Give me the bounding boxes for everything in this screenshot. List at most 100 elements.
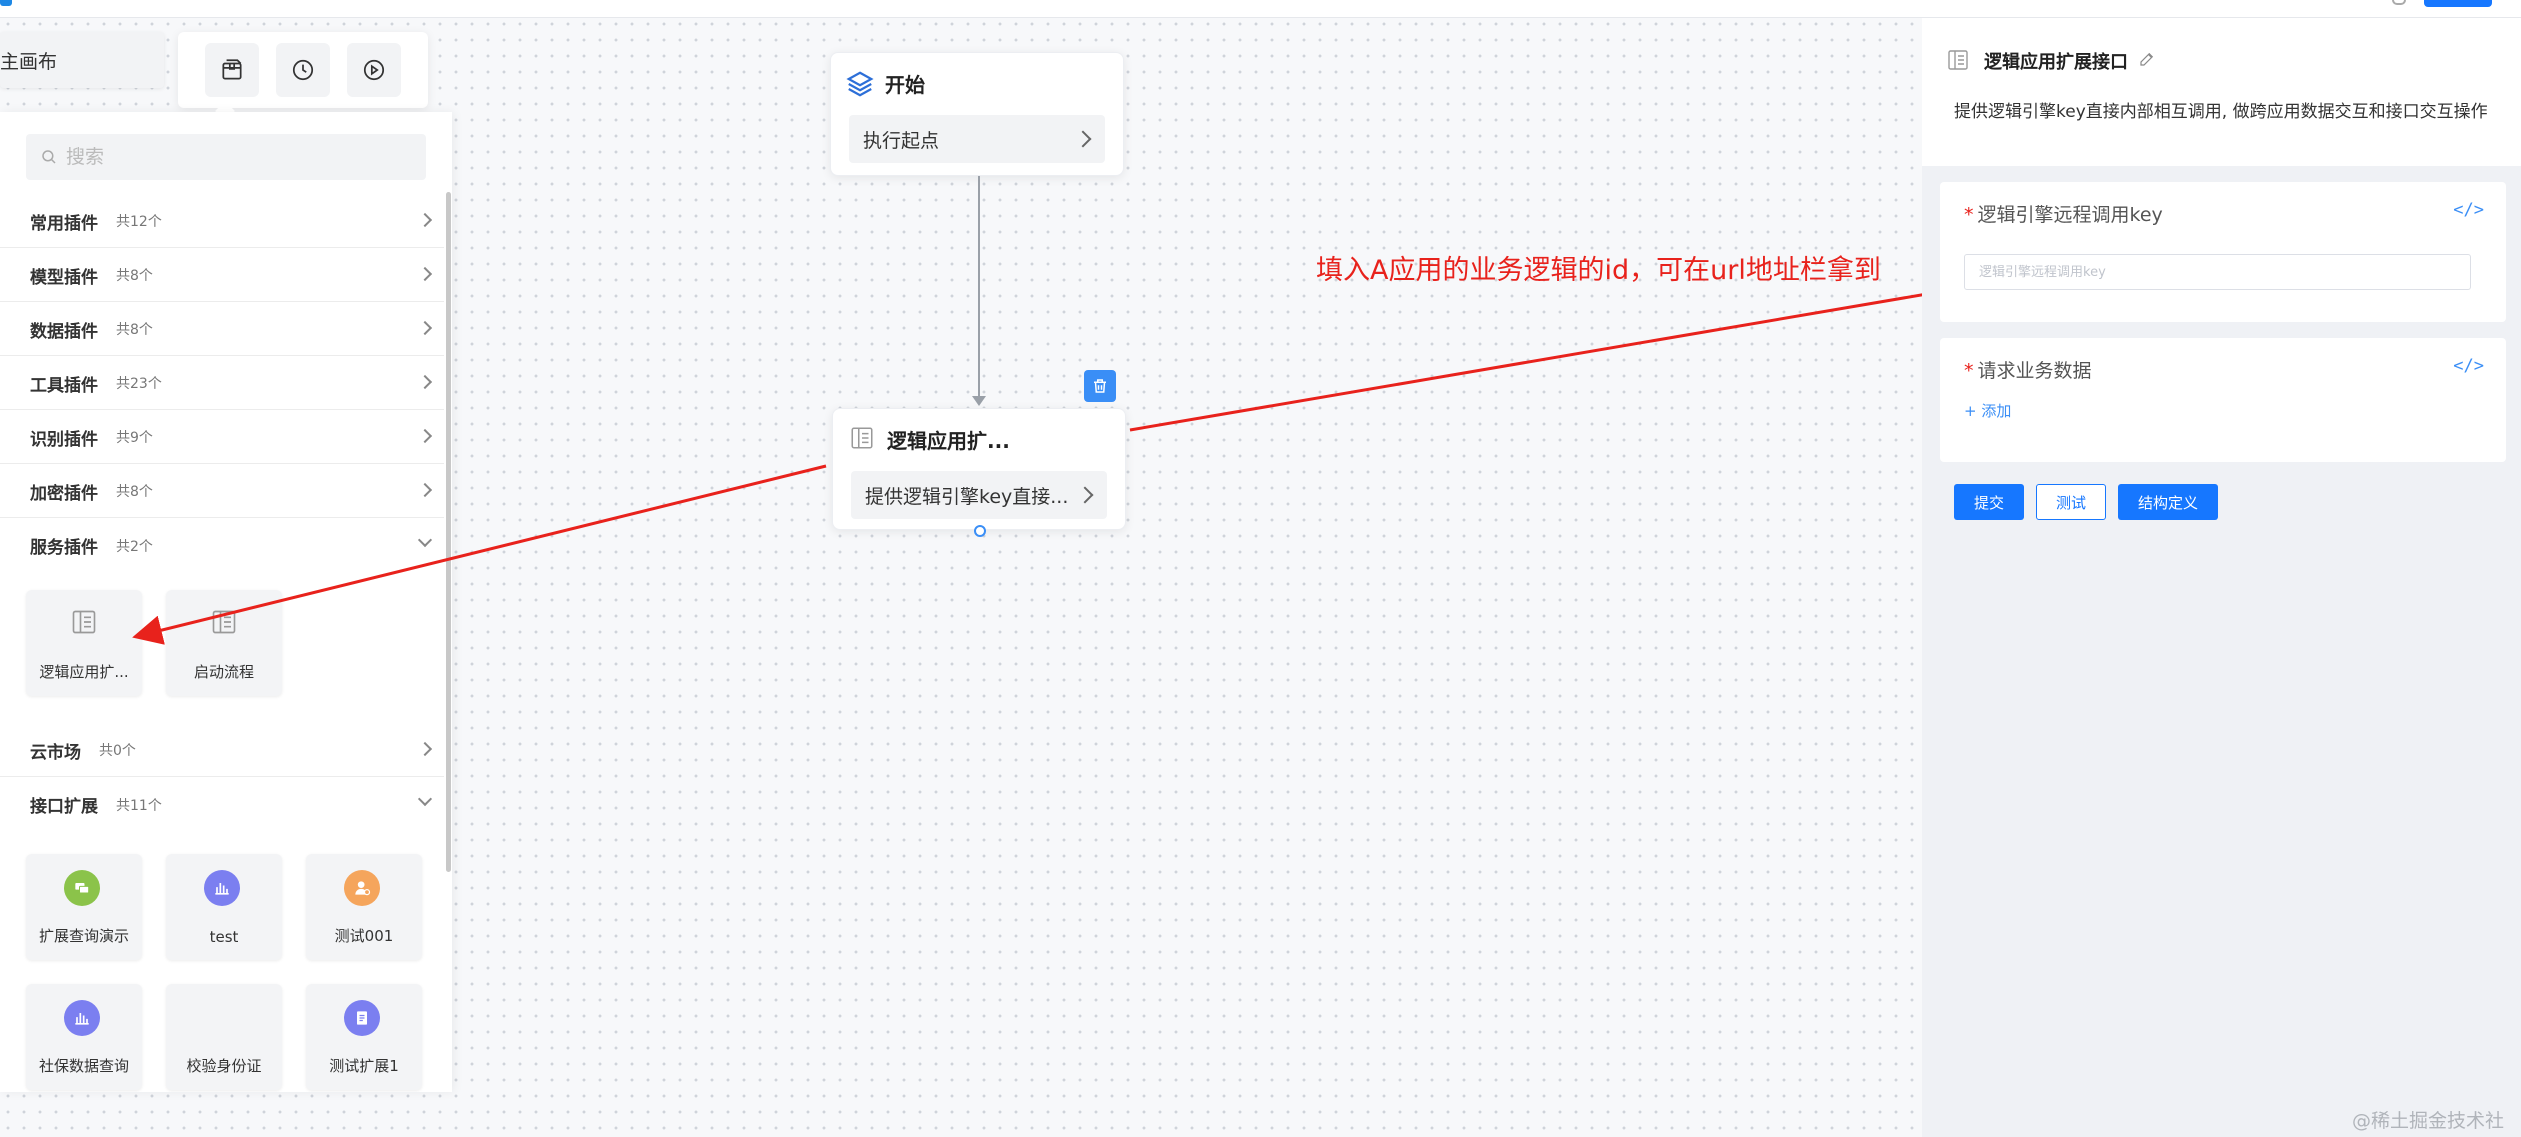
run-button[interactable]	[347, 43, 402, 97]
extension-card[interactable]: 校验身份证	[166, 984, 282, 1090]
extension-card[interactable]: 测试扩展1	[306, 984, 422, 1090]
category-name: 云市场	[30, 742, 81, 763]
category-count: 共9个	[116, 430, 153, 446]
trash-icon	[1094, 379, 1106, 393]
submit-button[interactable]: 提交	[1954, 484, 2024, 520]
chevron-right-icon	[417, 482, 433, 498]
canvas-tab-main[interactable]: 主画布	[0, 32, 164, 88]
category-encryption[interactable]: 加密插件 共8个	[0, 465, 444, 518]
category-count: 共8个	[116, 268, 153, 284]
play-circle-icon	[364, 59, 385, 81]
config-description: 提供逻辑引擎key直接内部相互调用, 做跨应用数据交互和接口交互操作	[1954, 102, 2488, 122]
logic-app-node[interactable]: 逻辑应用扩... 提供逻辑引擎key直接...	[832, 408, 1126, 530]
package-button[interactable]	[204, 43, 259, 97]
edit-icon[interactable]	[2138, 50, 2156, 68]
chevron-right-icon	[417, 266, 433, 282]
search-icon	[42, 150, 56, 164]
config-header: 逻辑应用扩展接口 提供逻辑引擎key直接内部相互调用, 做跨应用数据交互和接口交…	[1922, 18, 2521, 166]
start-node-title: 开始	[885, 73, 925, 97]
field-request-data: * 请求业务数据 </> + 添加	[1940, 338, 2506, 462]
start-node[interactable]: 开始 执行起点	[830, 52, 1124, 176]
delete-node-button[interactable]	[1084, 370, 1116, 402]
start-node-content-text: 执行起点	[863, 129, 940, 152]
panel-scrollbar[interactable]	[446, 192, 451, 872]
plugin-search	[26, 134, 426, 180]
category-common[interactable]: 常用插件 共12个	[0, 195, 444, 248]
extension-card[interactable]: 扩展查询演示	[26, 854, 142, 960]
category-count: 共11个	[116, 797, 162, 814]
extension-card[interactable]: 社保数据查询	[26, 984, 142, 1090]
extension-card[interactable]: 测试001	[306, 854, 422, 960]
field-remote-key: * 逻辑引擎远程调用key </>	[1940, 182, 2506, 322]
extension-card-label: test	[209, 928, 239, 946]
chevron-right-icon	[417, 320, 433, 336]
logic-node-content-text: 提供逻辑引擎key直接...	[865, 485, 1069, 508]
chevron-right-icon	[417, 374, 433, 390]
remote-key-input[interactable]	[1964, 254, 2471, 290]
extension-card-label: 校验身份证	[186, 1057, 262, 1075]
category-name: 加密插件	[30, 483, 98, 504]
field-label-text: 请求业务数据	[1977, 360, 2092, 382]
category-recognition[interactable]: 识别插件 共9个	[0, 411, 444, 464]
category-cloud-market[interactable]: 云市场 共0个	[0, 724, 444, 777]
node-output-port[interactable]	[974, 525, 986, 537]
extension-card[interactable]: test	[166, 854, 282, 960]
category-count: 共23个	[116, 376, 162, 392]
top-action-button[interactable]	[2424, 0, 2492, 7]
code-toggle-icon[interactable]: </>	[2453, 356, 2484, 376]
category-count: 共2个	[116, 538, 153, 555]
test-button[interactable]: 测试	[2036, 484, 2106, 520]
watermark: @稀土掘金技术社区	[2352, 1110, 2505, 1132]
canvas-toolbar	[178, 32, 428, 108]
annotation-text: 填入A应用的业务逻辑的id，可在url地址栏拿到	[1316, 255, 1881, 286]
field-label: * 逻辑引擎远程调用key	[1964, 204, 2163, 226]
category-count: 共12个	[116, 214, 162, 230]
document-icon	[851, 427, 873, 449]
history-button[interactable]	[275, 43, 330, 97]
logic-node-content[interactable]: 提供逻辑引擎key直接...	[851, 471, 1107, 519]
package-icon	[222, 59, 242, 80]
chevron-right-icon	[1074, 130, 1092, 148]
app-logo[interactable]	[0, 0, 12, 6]
extension-card-label: 扩展查询演示	[38, 927, 129, 945]
document-icon	[212, 610, 236, 634]
chevron-right-icon	[417, 741, 433, 757]
document-icon	[72, 610, 96, 634]
logic-node-title: 逻辑应用扩...	[887, 429, 1010, 453]
chevron-right-icon	[1076, 486, 1094, 504]
category-data[interactable]: 数据插件 共8个	[0, 303, 444, 356]
category-name: 数据插件	[30, 321, 98, 342]
category-name: 识别插件	[30, 429, 98, 450]
category-count: 共8个	[116, 484, 153, 500]
connector-arrow-icon	[972, 396, 986, 406]
schema-button[interactable]: 结构定义	[2118, 484, 2218, 520]
form-icon	[344, 1000, 380, 1036]
chart-icon	[204, 870, 240, 906]
category-name: 工具插件	[30, 375, 98, 396]
code-toggle-icon[interactable]: </>	[2453, 200, 2484, 220]
category-interface-extension[interactable]: 接口扩展 共11个	[0, 778, 444, 831]
flow-connector	[978, 176, 980, 400]
category-name: 模型插件	[30, 267, 98, 288]
config-panel: 逻辑应用扩展接口 提供逻辑引擎key直接内部相互调用, 做跨应用数据交互和接口交…	[1922, 18, 2521, 1137]
layers-icon	[846, 71, 874, 97]
plugin-card-logic-app[interactable]: 逻辑应用扩...	[26, 590, 142, 696]
search-input[interactable]	[66, 146, 406, 168]
plugin-card-start-process[interactable]: 启动流程	[166, 590, 282, 696]
start-node-content[interactable]: 执行起点	[849, 115, 1105, 163]
category-model[interactable]: 模型插件 共8个	[0, 249, 444, 302]
field-label: * 请求业务数据	[1964, 360, 2092, 382]
extension-card-label: 社保数据查询	[38, 1057, 129, 1075]
category-tools[interactable]: 工具插件 共23个	[0, 357, 444, 410]
category-count: 共0个	[99, 743, 136, 759]
category-service[interactable]: 服务插件 共2个	[0, 519, 444, 572]
history-clock-icon	[292, 59, 314, 81]
plugin-card-label: 启动流程	[193, 663, 254, 681]
chevron-down-icon	[417, 791, 433, 807]
canvas-tab-label: 主画布	[0, 50, 58, 73]
chat-icon	[64, 870, 100, 906]
category-name: 服务插件	[30, 538, 98, 558]
add-param-link[interactable]: + 添加	[1964, 400, 2011, 421]
chevron-right-icon	[417, 428, 433, 444]
chart-icon	[64, 1000, 100, 1036]
